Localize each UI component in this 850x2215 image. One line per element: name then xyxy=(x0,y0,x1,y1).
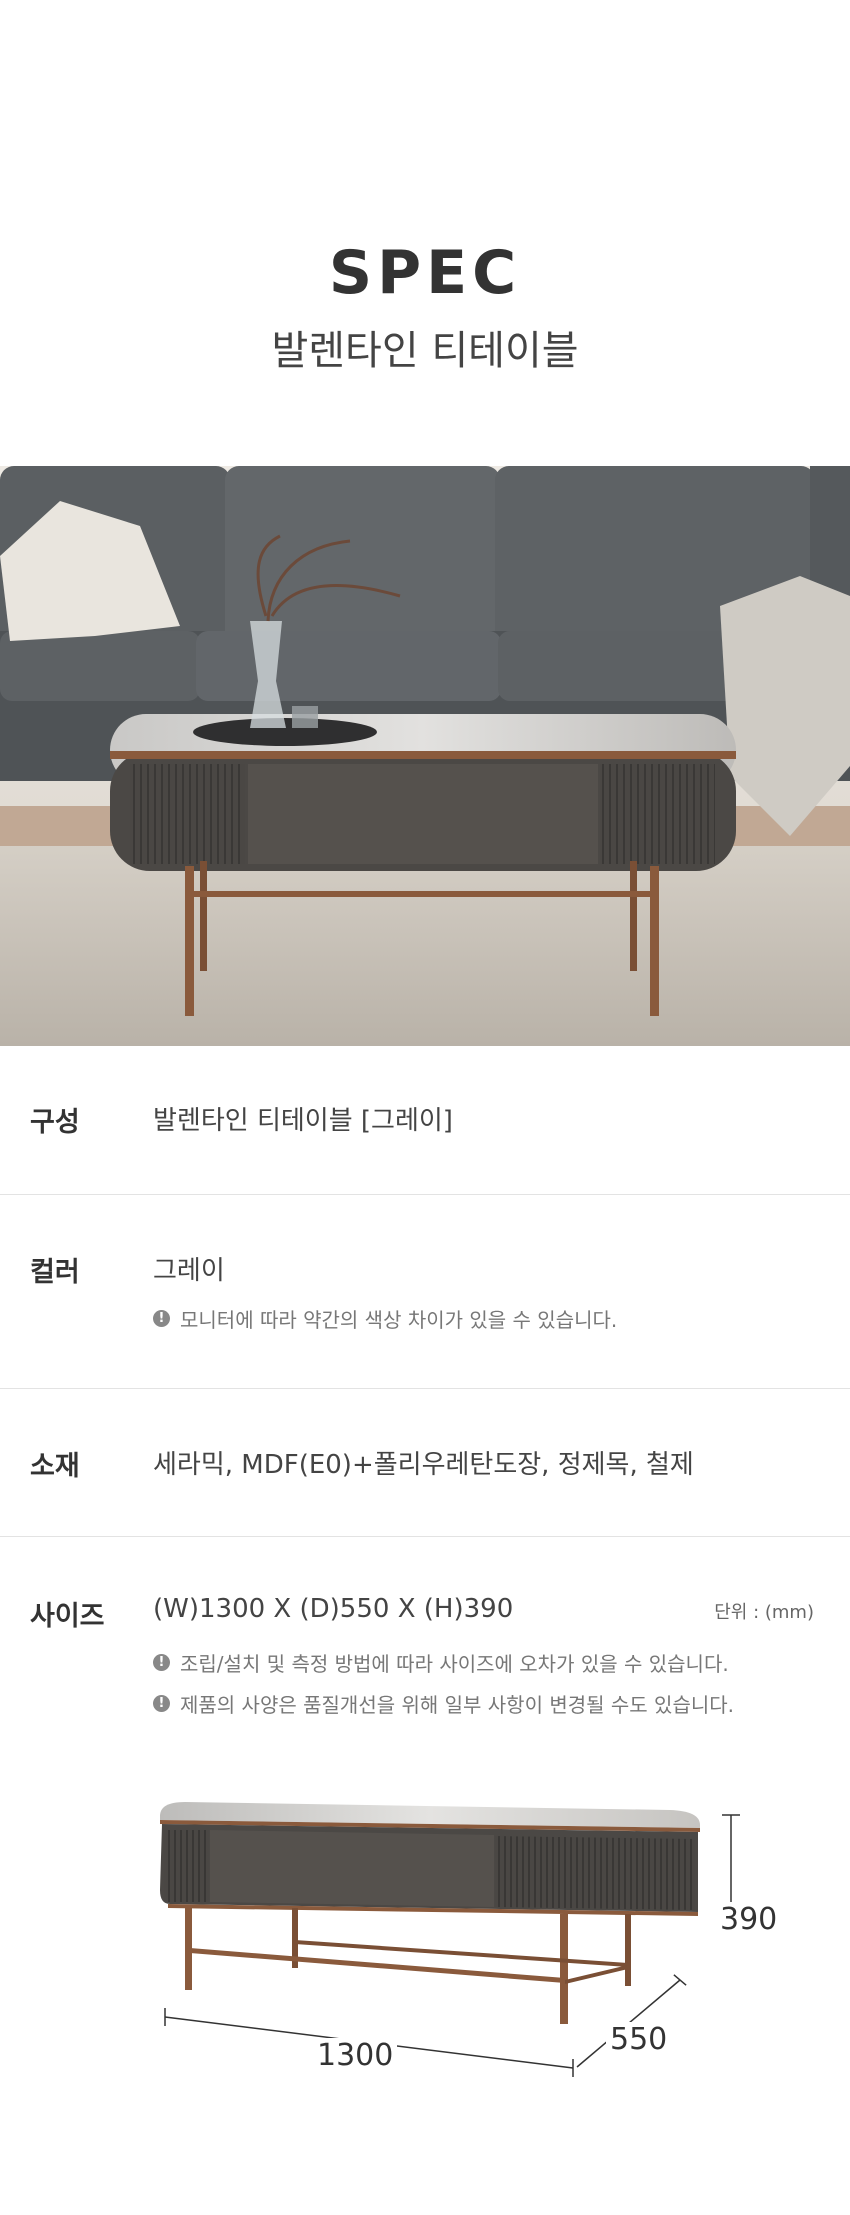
spec-note-text: 제품의 사양은 품질개선을 위해 일부 사항이 변경될 수도 있습니다. xyxy=(180,1693,735,1717)
spec-value-material: 세라믹, MDF(E0)+폴리우레탄도장, 정제목, 철제 xyxy=(153,1450,694,1480)
spec-value-color: 그레이 xyxy=(153,1256,225,1286)
divider xyxy=(0,1536,850,1537)
spec-label-size: 사이즈 xyxy=(30,1601,105,1632)
size-note-text: 조립/설치 및 측정 방법에 따라 사이즈에 오차가 있을 수 있습니다. xyxy=(180,1652,729,1676)
dimension-width: 1300 xyxy=(313,2038,398,2073)
unit-label: 단위 : (mm) xyxy=(714,1602,814,1623)
spec-note: ! 제품의 사양은 품질개선을 위해 일부 사항이 변경될 수도 있습니다. xyxy=(153,1689,734,1718)
spec-value-composition: 발렌타인 티테이블 [그레이] xyxy=(153,1106,453,1136)
exclamation-icon: ! xyxy=(153,1695,170,1712)
spec-label-material: 소재 xyxy=(30,1451,80,1482)
color-note-text: 모니터에 따라 약간의 색상 차이가 있을 수 있습니다. xyxy=(180,1308,618,1332)
size-note: ! 조립/설치 및 측정 방법에 따라 사이즈에 오차가 있을 수 있습니다. xyxy=(153,1648,729,1677)
spec-label-composition: 구성 xyxy=(30,1107,80,1138)
exclamation-icon: ! xyxy=(153,1310,170,1327)
exclamation-icon: ! xyxy=(153,1654,170,1671)
divider xyxy=(0,1388,850,1389)
dimension-depth: 550 xyxy=(606,2022,672,2057)
product-name: 발렌타인 티테이블 xyxy=(271,328,579,374)
dimension-drawing xyxy=(160,1802,740,2077)
spec-label-color: 컬러 xyxy=(30,1257,80,1288)
dimension-height: 390 xyxy=(716,1902,782,1937)
divider xyxy=(0,1194,850,1195)
color-note: ! 모니터에 따라 약간의 색상 차이가 있을 수 있습니다. xyxy=(153,1304,617,1333)
page-title: SPEC xyxy=(328,238,522,308)
spec-value-size: (W)1300 X (D)550 X (H)390 xyxy=(153,1594,514,1624)
product-photo xyxy=(0,466,850,1046)
